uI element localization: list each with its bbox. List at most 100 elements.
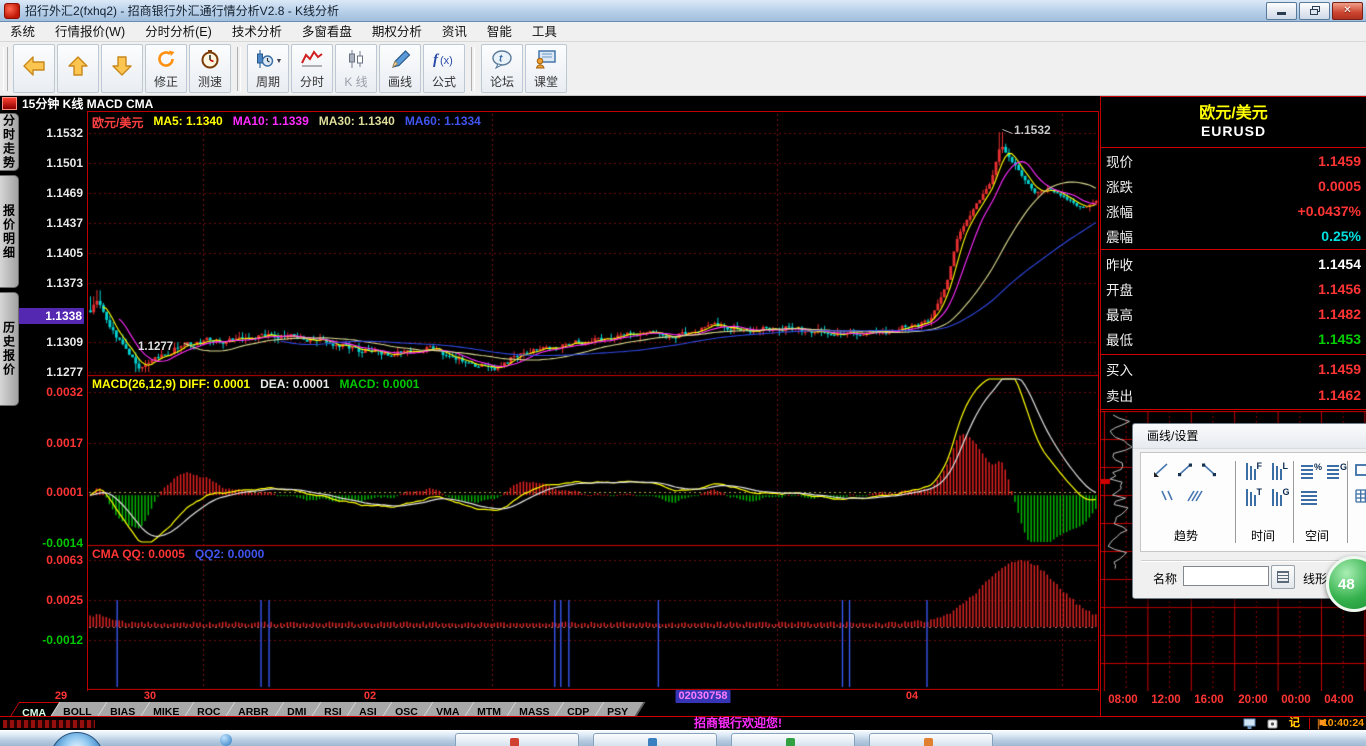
dropdown-caret-icon: ▼ <box>275 58 283 65</box>
minimize-button[interactable] <box>1266 1 1297 20</box>
parallel-lines-icon[interactable] <box>1157 487 1177 505</box>
name-input[interactable] <box>1183 566 1269 586</box>
period-button[interactable]: ▼ 周期 <box>247 44 289 93</box>
horizontal-lines-icon[interactable] <box>1299 487 1323 507</box>
gann-space-icon[interactable]: G <box>1325 461 1349 481</box>
quote-row-value: 1.1453 <box>1318 331 1361 347</box>
side-tab-intraday-trend[interactable]: 分时走势 <box>0 113 19 171</box>
quote-row-value: 0.25% <box>1321 228 1361 244</box>
price-tick-label: 1.1309 <box>46 335 83 349</box>
list-icon <box>1277 571 1289 583</box>
toolbar: 修正 测速 ▼ 周期 分时 K 线画线 f (x) 公式 t 论坛 课堂 <box>0 42 1366 96</box>
quote-row: 现价 1.1459 <box>1106 151 1361 171</box>
indicator-tabs: CMA BOLL BIAS MIKE ROC ARBR DMI RSI ASI OSC VMA MTM… <box>9 702 646 719</box>
quote-separator <box>1101 354 1366 355</box>
svg-text:f: f <box>433 52 440 68</box>
t-time-icon[interactable]: T <box>1243 485 1265 509</box>
header-segment: MA60: 1.1334 <box>404 114 481 128</box>
header-segment: CMA QQ: 0.0005 <box>92 547 185 561</box>
status-bar: 招商银行欢迎您! 记 10:40:24 <box>0 716 1366 730</box>
connection-icon[interactable] <box>1243 717 1257 730</box>
dialog-title: 画线/设置 <box>1147 429 1199 443</box>
quote-row-value: 1.1482 <box>1318 306 1361 322</box>
rectangle-tool-icon[interactable] <box>1353 461 1366 479</box>
header-segment: QQ2: 0.0000 <box>194 547 265 561</box>
correct-button[interactable]: 修正 <box>145 44 187 93</box>
status-time: 10:40:24 <box>1321 717 1364 729</box>
quote-row-label: 买入 <box>1106 363 1133 378</box>
forum-button[interactable]: t 论坛 <box>481 44 523 93</box>
kline-button[interactable]: K 线 <box>335 44 377 93</box>
lucas-time-icon[interactable]: L <box>1269 459 1291 483</box>
quote-row: 开盘 1.1456 <box>1106 279 1361 299</box>
menu-item-tools[interactable]: 工具 <box>522 22 567 42</box>
quote-row: 昨收 1.1454 <box>1106 254 1361 274</box>
alert-icon[interactable] <box>1266 717 1279 730</box>
macd-tick-label: 0.0032 <box>46 385 83 399</box>
up-button[interactable] <box>57 44 99 93</box>
app-icon <box>924 738 933 746</box>
formula-button[interactable]: f (x) 公式 <box>423 44 465 93</box>
fan-lines-icon[interactable] <box>1185 487 1205 505</box>
list-button[interactable] <box>1271 565 1295 589</box>
quick-launch-icon[interactable] <box>220 734 232 746</box>
menu-item-technical-analysis[interactable]: 技术分析 <box>222 22 292 42</box>
toolbar-button-label: 论坛 <box>489 74 514 89</box>
intraday-chart-icon <box>301 49 323 74</box>
mini-time-label: 12:00 <box>1151 694 1181 706</box>
mini-chart-time-axis: 08:00 12:00 16:00 20:00 00:00 04:00 <box>1101 693 1366 707</box>
side-tab-quote-detail[interactable]: 报价明细 <box>0 175 19 288</box>
side-tab-history-quotes[interactable]: 历史报价 <box>0 292 19 406</box>
trend-line-icon[interactable] <box>1151 461 1171 479</box>
indicator-tab-psy[interactable]: PSY <box>594 702 646 718</box>
title-bar[interactable]: 招行外汇2(fxhq2) - 招商银行外汇通行情分析V2.8 - K线分析 ✕ <box>0 0 1366 22</box>
menu-item-quotes[interactable]: 行情报价(W) <box>45 22 135 42</box>
taskbar-app-button[interactable] <box>869 733 993 746</box>
close-button[interactable]: ✕ <box>1332 1 1363 20</box>
intraday-button[interactable]: 分时 <box>291 44 333 93</box>
header-segment: MACD: 0.0001 <box>339 377 420 391</box>
grid-tool-icon[interactable] <box>1353 487 1366 505</box>
menu-item-smart[interactable]: 智能 <box>477 22 522 42</box>
name-label: 名称 <box>1153 572 1178 586</box>
period-icon <box>254 49 274 74</box>
gann-time-icon[interactable]: G <box>1269 485 1291 509</box>
quote-row: 涨跌 0.0005 <box>1106 176 1361 196</box>
macd-tick-label: -0.0014 <box>42 536 83 550</box>
trend-segment-icon[interactable] <box>1175 461 1195 479</box>
refresh-icon <box>156 49 176 74</box>
formula-icon: f (x) <box>432 49 456 74</box>
menu-item-multi-window[interactable]: 多窗看盘 <box>292 22 362 42</box>
line-style-label: 线形 <box>1303 572 1328 586</box>
svg-text:%: % <box>1314 462 1322 472</box>
mini-time-label: 16:00 <box>1194 694 1224 706</box>
draw-line-button[interactable]: 画线 <box>379 44 421 93</box>
price-tick-label: 1.1405 <box>46 246 83 260</box>
down-button[interactable] <box>101 44 143 93</box>
kline-chart-canvas[interactable] <box>88 112 1098 690</box>
back-button[interactable] <box>13 44 55 93</box>
restore-button[interactable] <box>1299 1 1330 20</box>
taskbar-app-button[interactable] <box>593 733 717 746</box>
classroom-button[interactable]: 课堂 <box>525 44 567 93</box>
low-price-annotation: 1.1277 <box>138 341 174 353</box>
speed-test-button[interactable]: 测速 <box>189 44 231 93</box>
quote-row-label: 开盘 <box>1106 283 1133 298</box>
percent-space-icon[interactable]: % <box>1299 461 1323 481</box>
note-icon[interactable]: 记 <box>1289 717 1300 730</box>
menu-item-system[interactable]: 系统 <box>0 22 45 42</box>
svg-text:G: G <box>1283 487 1290 497</box>
minimize-icon <box>1277 12 1286 15</box>
taskbar-app-button[interactable] <box>455 733 579 746</box>
trend-segment-down-icon[interactable] <box>1199 461 1219 479</box>
cma-tick-label: -0.0012 <box>42 633 83 647</box>
toolbar-button-label: 测速 <box>197 74 222 89</box>
group-separator <box>1347 461 1348 543</box>
dialog-title-bar[interactable]: 画线/设置 <box>1133 424 1366 449</box>
menu-item-intraday-analysis[interactable]: 分时分析(E) <box>135 22 222 42</box>
menu-item-news[interactable]: 资讯 <box>432 22 477 42</box>
fibonacci-time-icon[interactable]: F <box>1243 459 1265 483</box>
toolbar-grip[interactable] <box>3 46 8 91</box>
taskbar-app-button[interactable] <box>731 733 855 746</box>
menu-item-options-analysis[interactable]: 期权分析 <box>362 22 432 42</box>
